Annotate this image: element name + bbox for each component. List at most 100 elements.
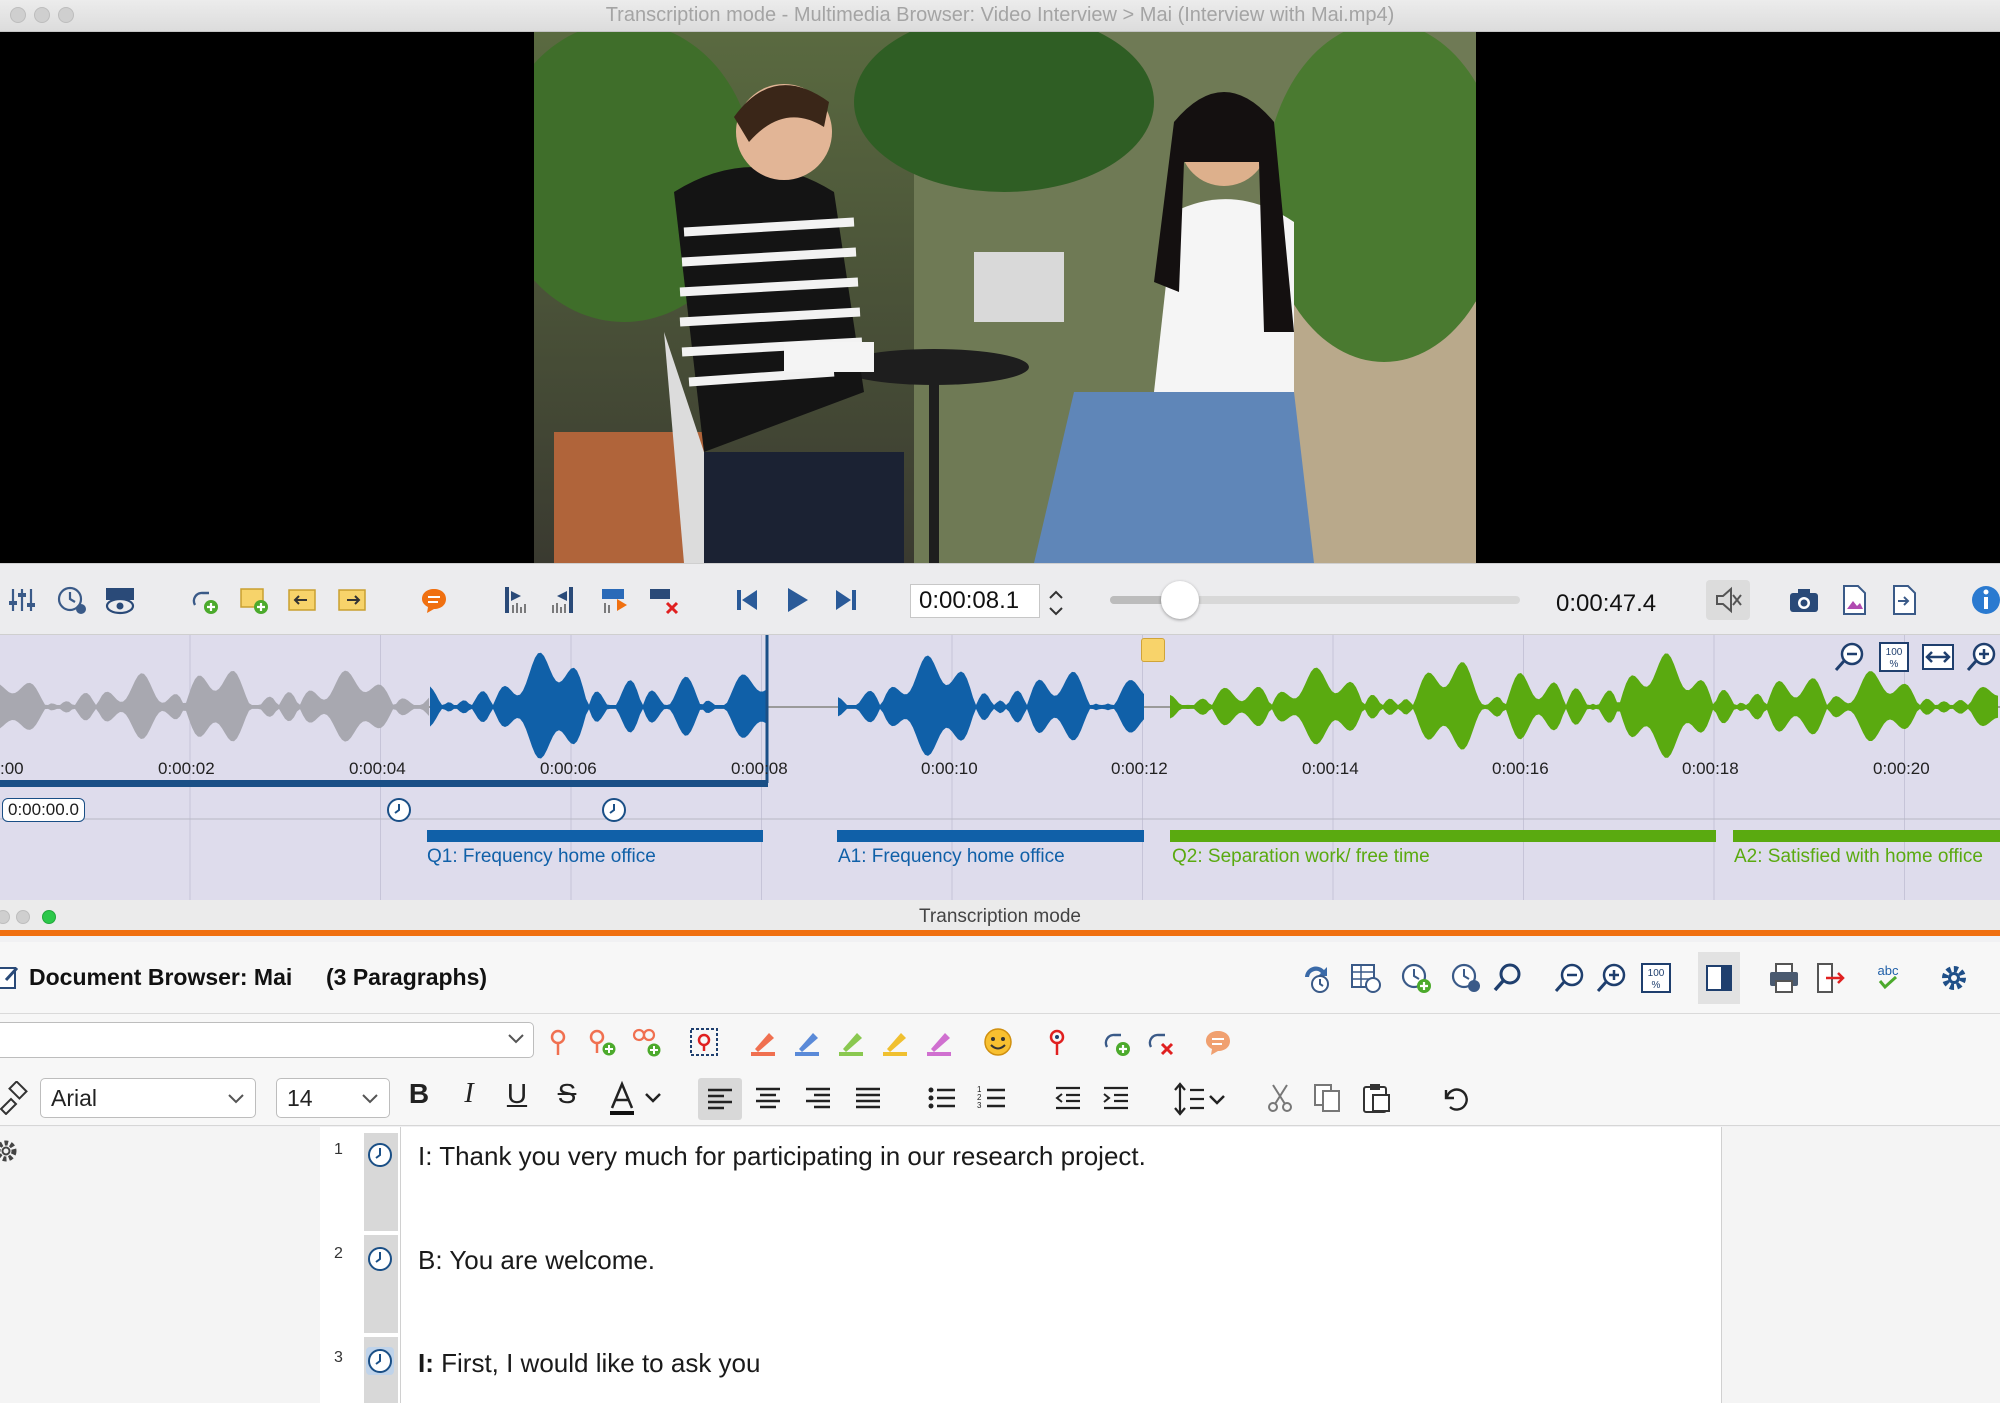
segment-bar[interactable] (837, 830, 1144, 842)
highlight-red-icon[interactable] (746, 1024, 782, 1060)
timestamp-icon[interactable] (366, 1245, 394, 1273)
numbered-list-icon[interactable]: 123 (974, 1080, 1010, 1116)
underline-icon[interactable]: U (500, 1078, 534, 1110)
text-color-icon[interactable] (608, 1078, 668, 1118)
format-painter-icon[interactable] (0, 1080, 30, 1116)
toggle-panel-icon[interactable] (1698, 952, 1740, 1004)
code-favorite-icon[interactable] (1040, 1024, 1076, 1060)
export-icon[interactable] (1812, 960, 1848, 996)
paragraph-content: First, I would like to ask you (441, 1348, 761, 1378)
segment-bar[interactable] (1733, 830, 2000, 842)
memo-marker-icon[interactable] (1141, 638, 1165, 662)
skip-back-icon[interactable] (729, 582, 765, 618)
align-right-icon[interactable] (800, 1080, 836, 1116)
highlight-yellow-icon[interactable] (878, 1024, 914, 1060)
segment-bar[interactable] (1170, 830, 1716, 842)
cut-icon[interactable] (1262, 1080, 1298, 1116)
timestamp-marker-icon[interactable] (386, 797, 412, 823)
time-stepper[interactable] (1044, 586, 1068, 620)
comment-icon[interactable] (1200, 1024, 1236, 1060)
segment-bar[interactable] (427, 830, 763, 842)
slider-knob[interactable] (1160, 581, 1199, 619)
font-size-select[interactable]: 14 (276, 1078, 390, 1118)
print-icon[interactable] (1766, 960, 1802, 996)
svg-text:abc: abc (1878, 963, 1899, 978)
code-icon[interactable] (540, 1024, 576, 1060)
current-time-field[interactable]: 0:00:08.1 (910, 584, 1040, 618)
video-preview-icon[interactable] (102, 582, 138, 618)
delete-segment-icon[interactable] (646, 582, 682, 618)
align-left-icon[interactable] (698, 1078, 742, 1120)
cursor-time[interactable]: 0:00:00.0 (2, 798, 85, 822)
fit-width-icon[interactable] (1920, 639, 1956, 675)
video-player[interactable] (0, 32, 2000, 563)
add-link-icon[interactable] (186, 582, 222, 618)
add-link-icon[interactable] (1098, 1024, 1134, 1060)
memo-next-icon[interactable] (334, 582, 370, 618)
timestamp-marker-icon[interactable] (601, 797, 627, 823)
document-page[interactable]: I: Thank you very much for participating… (400, 1127, 1722, 1403)
timestamp-icon[interactable] (366, 1141, 394, 1169)
zoom-out-icon[interactable] (1552, 960, 1588, 996)
outdent-icon[interactable] (1050, 1080, 1086, 1116)
add-timestamp-icon[interactable] (1398, 960, 1434, 996)
zoom-in-icon[interactable] (1964, 639, 2000, 675)
copy-icon[interactable] (1310, 1080, 1346, 1116)
add-multiple-codes-icon[interactable] (628, 1024, 664, 1060)
code-selector[interactable] (0, 1022, 534, 1058)
video-frame[interactable] (534, 32, 1476, 563)
add-code-icon[interactable] (584, 1024, 620, 1060)
info-icon[interactable] (1968, 582, 2000, 618)
paragraph-number: 3 (334, 1349, 343, 1366)
camera-icon[interactable] (1786, 582, 1822, 618)
zoom-100-icon[interactable]: 100% (1638, 960, 1674, 996)
zoom-in-icon[interactable] (1594, 960, 1630, 996)
export-document-icon[interactable] (1886, 582, 1922, 618)
line-spacing-icon[interactable] (1172, 1080, 1230, 1118)
waveform-panel[interactable]: 100% :00 0:00:02 0:00:04 0:00:06 0:00:08… (0, 635, 2000, 900)
memo-previous-icon[interactable] (284, 582, 320, 618)
paste-icon[interactable] (1358, 1080, 1394, 1116)
font-family-select[interactable]: Arial (40, 1078, 256, 1118)
emoticode-icon[interactable] (980, 1024, 1016, 1060)
skip-forward-icon[interactable] (828, 582, 864, 618)
bold-icon[interactable]: B (402, 1078, 436, 1110)
search-icon[interactable] (1490, 960, 1526, 996)
highlight-purple-icon[interactable] (922, 1024, 958, 1060)
mute-icon[interactable] (1706, 580, 1750, 620)
paragraph-text[interactable]: I: Thank you very much for participating… (418, 1141, 1146, 1172)
paragraph-text[interactable]: I: First, I would like to ask you (418, 1348, 760, 1379)
timestamp-settings-icon[interactable] (54, 582, 90, 618)
zoom-out-icon[interactable] (1832, 639, 1868, 675)
highlight-blue-icon[interactable] (790, 1024, 826, 1060)
position-slider[interactable] (1110, 581, 1520, 619)
code-selection-icon[interactable] (686, 1024, 722, 1060)
paragraph-text[interactable]: B: You are welcome. (418, 1245, 655, 1276)
strikethrough-icon[interactable]: S (550, 1078, 584, 1110)
gear-icon[interactable] (1936, 960, 1972, 996)
zoom-100-icon[interactable]: 100% (1876, 639, 1912, 675)
settings-sliders-icon[interactable] (4, 582, 40, 618)
gear-icon[interactable] (0, 1137, 20, 1165)
timestamp-settings-icon[interactable] (1448, 960, 1484, 996)
export-image-icon[interactable] (1836, 582, 1872, 618)
undo-icon[interactable] (1436, 1080, 1472, 1116)
play-icon[interactable] (778, 582, 814, 618)
align-center-icon[interactable] (750, 1080, 786, 1116)
timestamp-icon[interactable] (366, 1347, 394, 1375)
add-memo-icon[interactable] (236, 582, 272, 618)
play-segment-icon[interactable] (598, 582, 634, 618)
segment-end-icon[interactable] (546, 582, 582, 618)
highlight-green-icon[interactable] (834, 1024, 870, 1060)
spellcheck-icon[interactable]: abc (1870, 960, 1906, 996)
remove-link-icon[interactable] (1142, 1024, 1178, 1060)
sync-icon[interactable] (1298, 960, 1334, 996)
bullet-list-icon[interactable] (924, 1080, 960, 1116)
edit-document-icon[interactable] (0, 964, 20, 990)
table-timestamp-icon[interactable] (1348, 960, 1384, 996)
segment-start-icon[interactable] (498, 582, 534, 618)
align-justify-icon[interactable] (850, 1080, 886, 1116)
indent-icon[interactable] (1098, 1080, 1134, 1116)
italic-icon[interactable]: I (452, 1078, 486, 1110)
comment-icon[interactable] (416, 582, 452, 618)
